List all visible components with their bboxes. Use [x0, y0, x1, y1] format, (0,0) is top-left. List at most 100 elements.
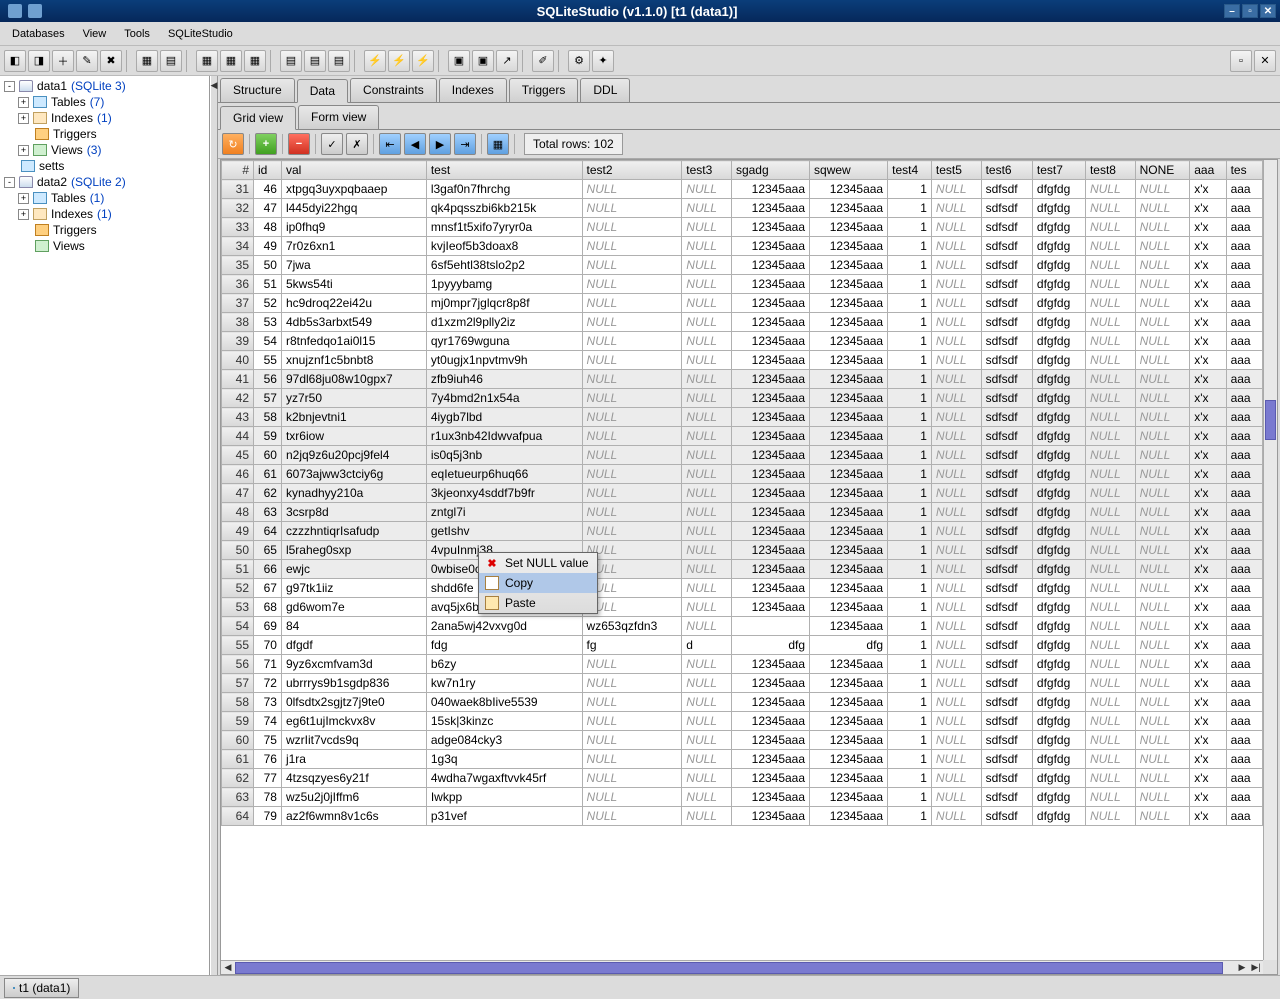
col-header-NONE[interactable]: NONE [1135, 161, 1190, 180]
cell[interactable]: 1 [888, 275, 932, 294]
cell[interactable]: NULL [1135, 389, 1190, 408]
cell[interactable]: x'x [1190, 655, 1226, 674]
cell[interactable]: x'x [1190, 408, 1226, 427]
cell[interactable]: NULL [582, 769, 682, 788]
cell[interactable]: r1ux3nb42Idwvafpua [426, 427, 582, 446]
cell[interactable]: NULL [1085, 370, 1135, 389]
cell[interactable]: NULL [931, 389, 981, 408]
first-page-button[interactable]: ⇤ [379, 133, 401, 155]
cell[interactable]: NULL [582, 484, 682, 503]
cell[interactable]: NULL [682, 731, 732, 750]
tree-item-data1[interactable]: -data1 (SQLite 3) [2, 78, 207, 94]
cell[interactable]: NULL [1135, 731, 1190, 750]
tb-table-icon[interactable]: ▦ [136, 50, 158, 72]
cell[interactable]: aaa [1226, 636, 1262, 655]
tree-item-tables[interactable]: +Tables (1) [16, 190, 207, 206]
cell[interactable]: 46 [222, 465, 254, 484]
cell[interactable]: 51 [222, 560, 254, 579]
col-header-test3[interactable]: test3 [682, 161, 732, 180]
cell[interactable]: xnujznf1c5bnbt8 [281, 351, 426, 370]
table-row[interactable]: 3954r8tnfedqo1ai0l15qyr1769wgunaNULLNULL… [222, 332, 1263, 351]
cell[interactable]: NULL [931, 750, 981, 769]
cell[interactable]: 12345aaa [810, 522, 888, 541]
cell[interactable]: 12345aaa [731, 465, 809, 484]
cell[interactable]: 3kjeonxy4sddf7b9fr [426, 484, 582, 503]
col-header-sgadg[interactable]: sgadg [731, 161, 809, 180]
cell[interactable]: NULL [931, 465, 981, 484]
cell[interactable]: dfgfdg [1032, 522, 1085, 541]
cell[interactable]: NULL [582, 199, 682, 218]
cell[interactable]: aaa [1226, 218, 1262, 237]
cell[interactable]: NULL [1085, 484, 1135, 503]
cell[interactable]: l445dyi22hgq [281, 199, 426, 218]
table-row[interactable]: 4964czzzhntiqrIsafudpgetIshvNULLNULL1234… [222, 522, 1263, 541]
col-header-test[interactable]: test [426, 161, 582, 180]
cell[interactable]: 12345aaa [810, 503, 888, 522]
tb-extensions-icon[interactable]: ✦ [592, 50, 614, 72]
cell[interactable]: dfg [731, 636, 809, 655]
cell[interactable]: 12345aaa [731, 237, 809, 256]
table-row[interactable]: 36515kws54ti1pyyybamgNULLNULL12345aaa123… [222, 275, 1263, 294]
cell[interactable]: NULL [931, 484, 981, 503]
cell[interactable]: NULL [582, 712, 682, 731]
tb-close-doc-icon[interactable]: ✕ [1254, 50, 1276, 72]
col-header-test5[interactable]: test5 [931, 161, 981, 180]
cell[interactable]: NULL [1135, 484, 1190, 503]
cell[interactable]: NULL [1135, 294, 1190, 313]
cell[interactable]: 12345aaa [810, 693, 888, 712]
cell[interactable]: aaa [1226, 522, 1262, 541]
cell[interactable]: NULL [1085, 674, 1135, 693]
cell[interactable]: 35 [222, 256, 254, 275]
cell[interactable]: NULL [1085, 427, 1135, 446]
cell[interactable]: NULL [1135, 655, 1190, 674]
cell[interactable]: NULL [1085, 218, 1135, 237]
cell[interactable]: NULL [1085, 541, 1135, 560]
cell[interactable]: x'x [1190, 693, 1226, 712]
col-header-#[interactable]: # [222, 161, 254, 180]
cell[interactable]: 12345aaa [810, 370, 888, 389]
horizontal-scrollbar[interactable]: ◀ ▶ ▶| [221, 960, 1263, 974]
cell[interactable]: NULL [931, 199, 981, 218]
scroll-left-icon[interactable]: ◀ [221, 962, 235, 974]
table-row[interactable]: 3752hc9droq22ei42umj0mpr7jglqcr8p8fNULLN… [222, 294, 1263, 313]
cell[interactable]: dfgfdg [1032, 655, 1085, 674]
table-row[interactable]: 4762kynadhyy210a3kjeonxy4sddf7b9frNULLNU… [222, 484, 1263, 503]
cell[interactable]: 12345aaa [810, 256, 888, 275]
cell[interactable]: 1pyyybamg [426, 275, 582, 294]
cell[interactable]: NULL [1135, 256, 1190, 275]
cell[interactable]: 12345aaa [731, 256, 809, 275]
cell[interactable]: 1 [888, 655, 932, 674]
cell[interactable]: 12345aaa [731, 332, 809, 351]
cell[interactable]: NULL [582, 237, 682, 256]
cell[interactable]: NULL [1135, 541, 1190, 560]
cell[interactable]: yz7r50 [281, 389, 426, 408]
cell[interactable]: sdfsdf [981, 465, 1032, 484]
cell[interactable]: NULL [1085, 769, 1135, 788]
tb-remove-db-icon[interactable]: ✖ [100, 50, 122, 72]
cell[interactable]: x'x [1190, 389, 1226, 408]
cell[interactable]: 12345aaa [731, 541, 809, 560]
table-row[interactable]: 4055xnujznf1c5bnbt8yt0ugjx1npvtmv9hNULLN… [222, 351, 1263, 370]
cell[interactable]: NULL [682, 351, 732, 370]
cell[interactable]: NULL [1085, 579, 1135, 598]
cell[interactable]: NULL [1085, 693, 1135, 712]
cell[interactable]: NULL [1085, 522, 1135, 541]
tree-item-setts[interactable]: setts [2, 158, 207, 174]
col-header-tes[interactable]: tes [1226, 161, 1262, 180]
cell[interactable]: 12345aaa [810, 750, 888, 769]
cell[interactable]: sdfsdf [981, 256, 1032, 275]
minimize-button[interactable]: – [1224, 4, 1240, 18]
tab-indexes[interactable]: Indexes [439, 78, 507, 102]
cell[interactable]: NULL [682, 408, 732, 427]
cell[interactable]: 1 [888, 313, 932, 332]
cell[interactable]: NULL [1085, 731, 1135, 750]
cell[interactable]: 12345aaa [810, 427, 888, 446]
cell[interactable]: 7y4bmd2n1x54a [426, 389, 582, 408]
cell[interactable]: NULL [682, 370, 732, 389]
rollback-button[interactable]: ✗ [346, 133, 368, 155]
prev-page-button[interactable]: ◀ [404, 133, 426, 155]
cell[interactable]: aaa [1226, 769, 1262, 788]
cell[interactable]: NULL [682, 256, 732, 275]
cell[interactable]: 56 [254, 370, 282, 389]
cell[interactable]: 12345aaa [810, 579, 888, 598]
